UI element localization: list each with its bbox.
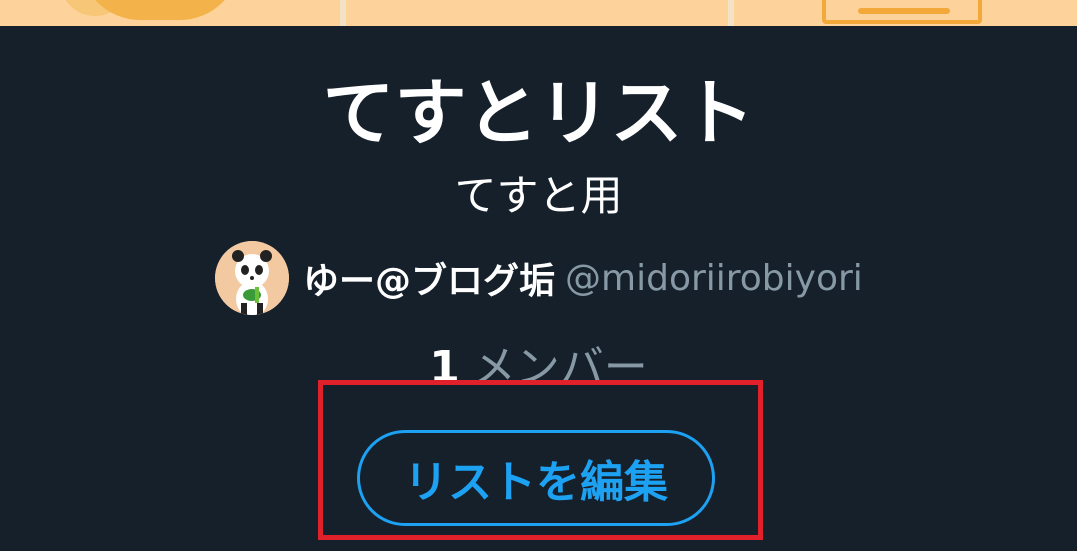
banner-box-decoration xyxy=(822,0,982,24)
panda-avatar-icon[interactable] xyxy=(215,241,289,315)
list-owner[interactable]: ゆー@ブログ垢 @midoriirobiyori xyxy=(215,240,863,316)
banner-divider xyxy=(340,0,346,26)
list-banner-image xyxy=(0,0,1077,26)
owner-handle[interactable]: @midoriirobiyori xyxy=(565,258,863,299)
list-description: てすと用 xyxy=(454,171,623,220)
owner-display-name[interactable]: ゆー@ブログ垢 xyxy=(303,252,555,304)
member-count-value: 1 xyxy=(429,342,460,382)
list-title: てすとリスト xyxy=(322,71,755,155)
member-count[interactable]: 1 メンバー xyxy=(0,338,1077,382)
banner-bar-decoration xyxy=(858,8,950,14)
edit-list-button[interactable]: リストを編集 xyxy=(357,430,715,526)
member-count-label: メンバー xyxy=(471,342,648,382)
list-detail-page: てすとリスト てすと用 ゆー@ブログ垢 @midoriirobiyori 1 メン… xyxy=(0,0,1077,551)
banner-divider xyxy=(728,0,734,26)
